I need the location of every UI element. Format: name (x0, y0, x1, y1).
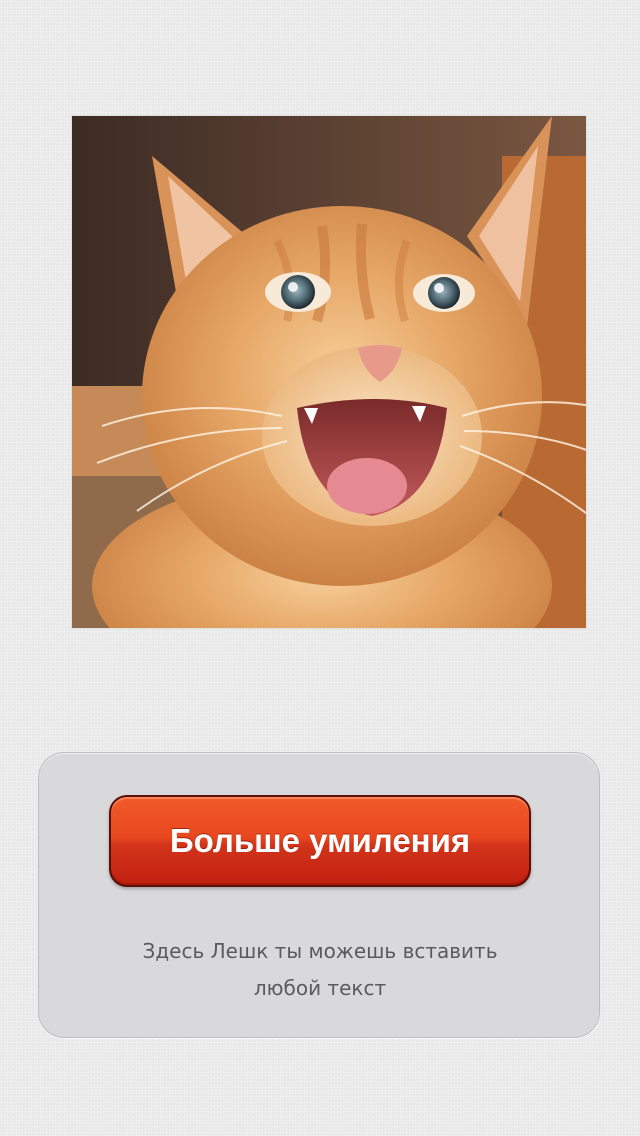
caption-line-1: Здесь Лешк ты можешь вставить (142, 939, 498, 963)
screen: Больше умиления Здесь Лешк ты можешь вст… (0, 0, 640, 1136)
kitten-photo (72, 116, 586, 628)
caption-line-2: любой текст (253, 976, 387, 1000)
more-cuteness-button[interactable]: Больше умиления (109, 795, 531, 887)
caption-text: Здесь Лешк ты можешь вставить любой текс… (99, 933, 541, 1007)
action-panel: Больше умиления Здесь Лешк ты можешь вст… (38, 752, 600, 1038)
kitten-illustration (72, 116, 586, 628)
